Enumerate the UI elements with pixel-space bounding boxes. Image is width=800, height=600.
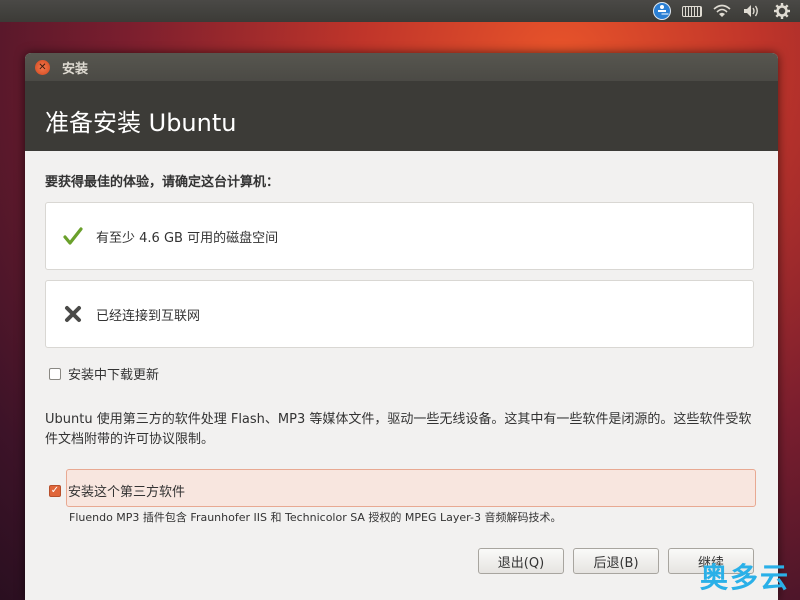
volume-icon[interactable] [742,2,762,20]
close-icon: ✕ [38,61,47,73]
page-header: 准备安装 Ubuntu [25,81,778,151]
wifi-icon[interactable] [712,2,732,20]
requirement-label: 已经连接到互联网 [96,308,201,324]
window-title: 安装 [62,61,89,77]
download-updates-option[interactable]: 安装中下载更新 [49,364,159,383]
download-updates-checkbox[interactable] [49,367,61,380]
installer-window: ✕ 安装 准备安装 Ubuntu 要获得最佳的体验，请确定这台计算机： 有至少 … [25,53,778,600]
third-party-checkbox[interactable]: ✓ [49,484,61,497]
quit-button[interactable]: 退出(Q) [478,548,564,574]
requirement-internet: 已经连接到互联网 [45,280,754,348]
third-party-note: Fluendo MP3 插件包含 Fraunhofer IIS 和 Techni… [69,511,562,524]
third-party-description: Ubuntu 使用第三方的软件处理 Flash、MP3 等媒体文件，驱动一些无线… [45,412,752,447]
top-panel [0,0,800,22]
requirement-disk-space: 有至少 4.6 GB 可用的磁盘空间 [45,202,754,270]
check-icon [62,225,84,247]
requirements-prompt: 要获得最佳的体验，请确定这台计算机： [45,175,280,190]
page-title: 准备安装 Ubuntu [45,109,237,137]
requirement-label: 有至少 4.6 GB 可用的磁盘空间 [96,230,279,246]
window-titlebar: ✕ 安装 [25,53,778,81]
watermark: 奥多云 [699,561,790,594]
cross-icon [62,303,84,325]
accessibility-icon[interactable] [652,2,672,20]
gear-icon[interactable] [772,2,792,20]
keyboard-icon[interactable] [682,2,702,20]
third-party-option[interactable]: ✓ 安装这个第三方软件 [49,481,185,500]
download-updates-label: 安装中下载更新 [68,368,160,383]
back-button[interactable]: 后退(B) [573,548,659,574]
third-party-label: 安装这个第三方软件 [68,485,186,500]
close-button[interactable]: ✕ [35,59,50,75]
